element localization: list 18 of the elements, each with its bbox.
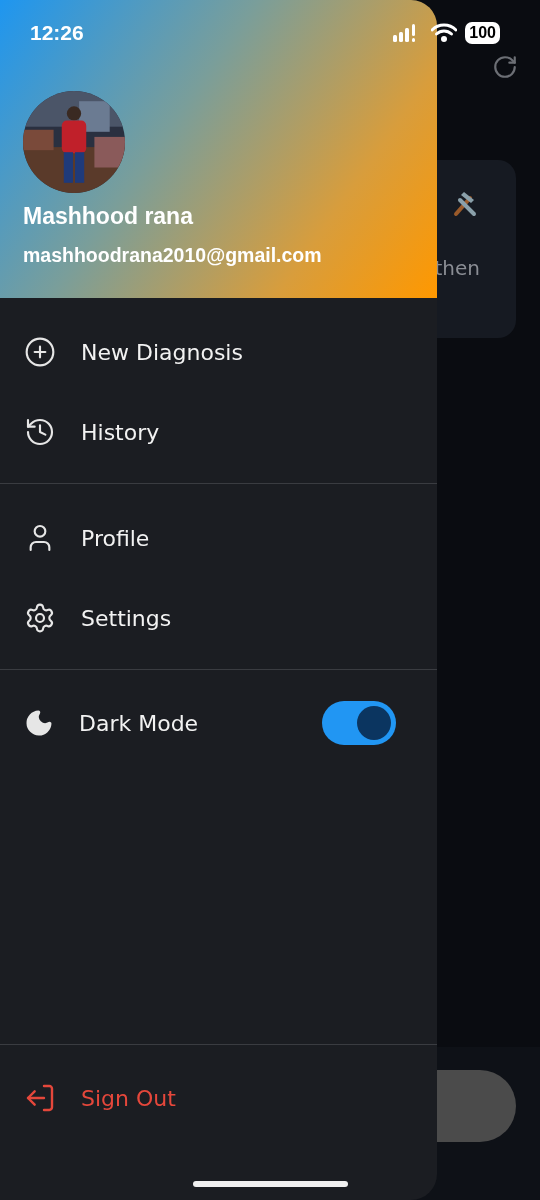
menu-item[interactable]: Settings <box>0 578 437 658</box>
gear-icon <box>24 602 56 634</box>
menu-item[interactable]: History <box>0 392 437 472</box>
plus-circle-icon <box>24 336 56 368</box>
menu-item[interactable]: New Diagnosis <box>0 312 437 392</box>
dark-mode-toggle[interactable] <box>322 701 396 745</box>
sign-out-item[interactable]: Sign Out <box>0 1058 437 1138</box>
sign-out-icon <box>24 1082 56 1114</box>
menu-item[interactable]: Profile <box>0 498 437 578</box>
dark-mode-label: Dark Mode <box>79 710 199 736</box>
user-email: mashhoodrana2010@gmail.com <box>23 244 323 267</box>
refresh-icon[interactable] <box>492 54 518 80</box>
battery-level: 100 <box>465 22 500 44</box>
wifi-icon <box>431 23 458 43</box>
moon-icon <box>24 708 54 738</box>
user-name: Mashhood rana <box>23 203 195 230</box>
history-icon <box>24 416 56 448</box>
status-time: 12:26 <box>30 21 84 45</box>
